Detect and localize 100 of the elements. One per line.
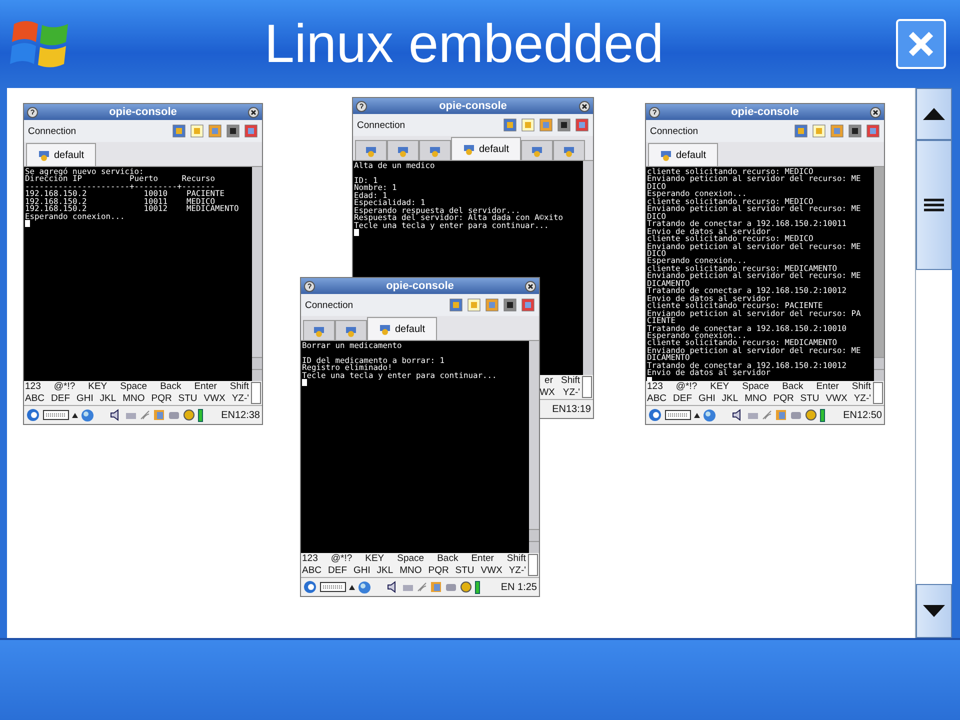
keyboard-key[interactable]: Back	[437, 553, 458, 565]
fullscreen-icon[interactable]	[244, 124, 258, 138]
menu-item[interactable]: Connection	[305, 300, 354, 310]
scrollbar[interactable]	[583, 161, 593, 375]
keyboard-key[interactable]: KEY	[710, 381, 730, 393]
session-tab[interactable]	[553, 140, 585, 160]
keyboard-key[interactable]: GHI	[353, 565, 370, 577]
keyboard-key[interactable]: Space	[397, 553, 424, 565]
battery-icon[interactable]	[820, 408, 825, 422]
keyboard-key[interactable]: Shift	[560, 375, 580, 387]
scrollbar[interactable]	[529, 341, 539, 553]
keyboard-key[interactable]: PQR	[151, 393, 172, 405]
help-icon[interactable]	[356, 100, 367, 112]
keyboard-key[interactable]: MNO	[744, 393, 767, 405]
function-key-icon[interactable]	[557, 118, 571, 132]
keyboard-key[interactable]: Space	[120, 381, 148, 393]
keyboard-scroll[interactable]	[873, 382, 883, 404]
session-tab[interactable]: default	[367, 317, 437, 340]
keyboard-key[interactable]: 123	[302, 553, 318, 565]
scroll-down-button[interactable]	[916, 584, 952, 638]
keyboard-key[interactable]: GHI	[76, 393, 94, 405]
keyboard-key[interactable]: JKL	[722, 393, 738, 405]
keyboard-key[interactable]: @*!?	[330, 553, 352, 565]
keyboard-key[interactable]: Enter	[194, 381, 217, 393]
keyboard-key[interactable]: 123	[647, 381, 663, 393]
keyboard-key[interactable]: PQR	[428, 565, 449, 577]
clipboard-icon[interactable]	[153, 409, 165, 421]
keyboard-key[interactable]: @*!?	[54, 381, 76, 393]
launcher-icon[interactable]	[26, 408, 40, 422]
clock[interactable]: EN12:38	[221, 410, 260, 420]
clipboard-icon[interactable]	[430, 581, 442, 593]
connect-icon[interactable]	[449, 298, 463, 312]
connect-icon[interactable]	[503, 118, 517, 132]
keyboard-key[interactable]: @*!?	[676, 381, 698, 393]
close-icon[interactable]	[248, 106, 259, 118]
scrollbar[interactable]	[874, 167, 884, 381]
keyboard-key[interactable]: 123	[25, 381, 41, 393]
keyboard-icon[interactable]	[320, 582, 346, 592]
keyboard-key[interactable]: ABC	[302, 565, 322, 577]
clock[interactable]: EN 1:25	[500, 582, 537, 592]
keyboard-key[interactable]: er	[544, 375, 553, 387]
help-icon[interactable]	[27, 106, 38, 118]
keyboard-key[interactable]: KEY	[365, 553, 384, 565]
session-tab[interactable]	[419, 140, 451, 160]
new-document-icon[interactable]	[190, 124, 204, 138]
keyboard-key[interactable]: VWX	[826, 393, 848, 405]
fullscreen-icon[interactable]	[575, 118, 589, 132]
clipboard-icon[interactable]	[775, 409, 787, 421]
keyboard-key[interactable]: PQR	[773, 393, 794, 405]
keyboard-scroll[interactable]	[582, 376, 592, 398]
session-tab[interactable]: default	[451, 137, 521, 160]
keyboard-key[interactable]: Back	[160, 381, 182, 393]
keyboard-key[interactable]: Shift	[506, 553, 526, 565]
keyboard-key[interactable]: YZ-'	[232, 393, 249, 405]
help-icon[interactable]	[304, 280, 315, 292]
menu-item[interactable]: Connection	[28, 126, 76, 136]
battery-icon[interactable]	[198, 408, 203, 422]
keyboard-key[interactable]: YZ-'	[854, 393, 871, 405]
keyboard-key[interactable]: STU	[800, 393, 820, 405]
session-tab[interactable]	[335, 320, 367, 340]
keyboard-key[interactable]: VWX	[480, 565, 502, 577]
keyboard-key[interactable]: Enter	[816, 381, 839, 393]
scroll-up-button[interactable]	[916, 88, 952, 140]
new-document-icon[interactable]	[521, 118, 535, 132]
keyboard-key[interactable]: YZ-'	[508, 565, 526, 577]
sun-icon[interactable]	[183, 409, 195, 421]
scrollbar[interactable]	[252, 167, 262, 381]
launcher-icon[interactable]	[648, 408, 662, 422]
caret-icon[interactable]	[72, 412, 78, 418]
connect-icon[interactable]	[172, 124, 186, 138]
keyboard-key[interactable]: STU	[178, 393, 198, 405]
keyboard-key[interactable]: JKL	[376, 565, 394, 577]
close-icon[interactable]	[870, 106, 881, 118]
help-icon[interactable]	[649, 106, 660, 118]
close-button[interactable]	[896, 19, 946, 69]
keyboard-key[interactable]: KEY	[88, 381, 108, 393]
keyboard-icon[interactable]	[665, 410, 691, 420]
new-document-icon[interactable]	[467, 298, 481, 312]
keyboard-key[interactable]: Shift	[852, 381, 871, 393]
scroll-thumb[interactable]	[916, 140, 952, 270]
connect-icon[interactable]	[794, 124, 808, 138]
keyboard-key[interactable]: DEF	[673, 393, 692, 405]
keyboard-key[interactable]: GHI	[698, 393, 716, 405]
keyboard-key[interactable]: JKL	[100, 393, 116, 405]
session-tab[interactable]	[355, 140, 387, 160]
keyboard-key[interactable]: WX	[540, 387, 555, 399]
keyboard-key[interactable]: YZ-'	[562, 387, 580, 399]
keyboard-key[interactable]: ABC	[647, 393, 667, 405]
keyboard-key[interactable]: Back	[782, 381, 804, 393]
session-tab[interactable]	[387, 140, 419, 160]
function-key-icon[interactable]	[503, 298, 517, 312]
new-document-icon[interactable]	[812, 124, 826, 138]
keyboard-key[interactable]: STU	[455, 565, 474, 577]
menu-item[interactable]: Connection	[357, 120, 406, 130]
keyboard-key[interactable]: Enter	[471, 553, 494, 565]
clock[interactable]: EN13:19	[552, 404, 591, 414]
keyboard-scroll[interactable]	[528, 554, 538, 576]
close-icon[interactable]	[579, 100, 590, 112]
session-tab[interactable]	[521, 140, 553, 160]
keyboard-key[interactable]: MNO	[400, 565, 422, 577]
